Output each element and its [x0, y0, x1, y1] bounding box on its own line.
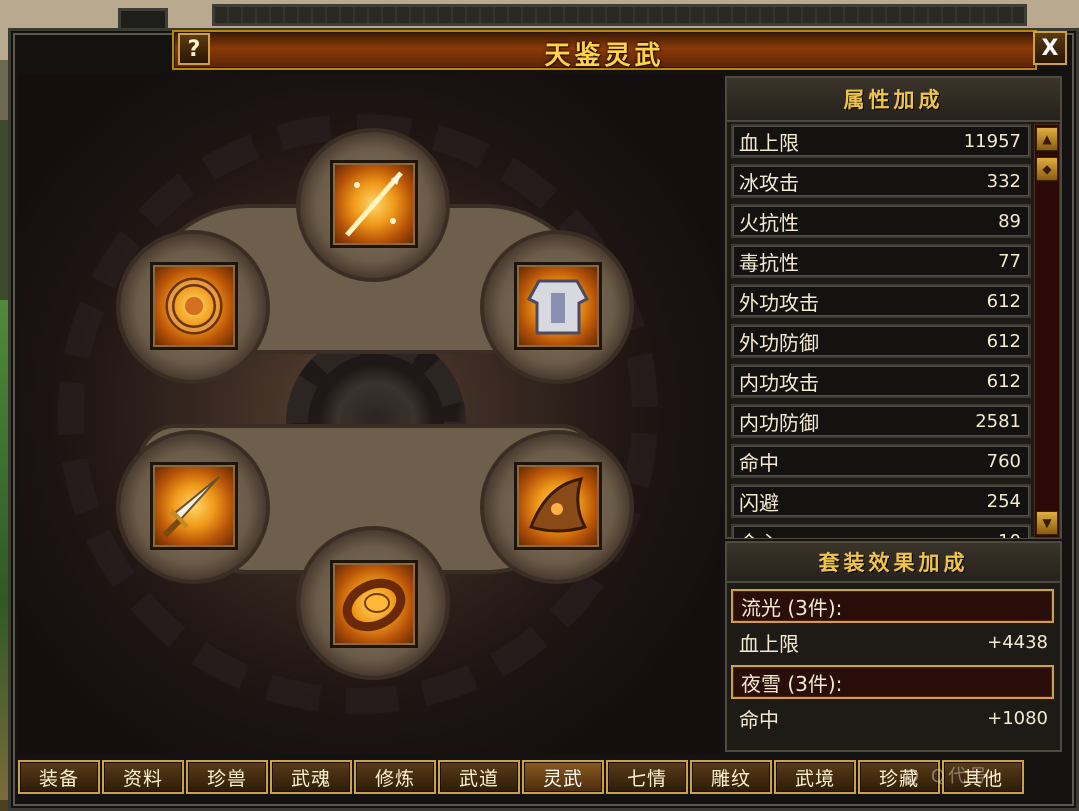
attribute-name: 火抗性	[739, 210, 799, 235]
arrow-down-icon: ▼	[1042, 516, 1052, 530]
armor-item-icon	[526, 279, 590, 335]
attribute-row: 冰攻击 332	[731, 164, 1031, 198]
attribute-value: 332	[986, 170, 1021, 192]
window-title: 天鉴灵武	[544, 41, 665, 71]
scroll-down-button[interactable]: ▼	[1036, 511, 1058, 535]
tab-4[interactable]: 修炼	[354, 760, 436, 794]
set-effect-row: 血上限 +4438	[731, 625, 1054, 659]
equip-slot-top[interactable]	[330, 160, 418, 248]
tab-9[interactable]: 武境	[774, 760, 856, 794]
attribute-list[interactable]: 血上限 11957 冰攻击 332 火抗性 89 毒抗性 77 外功攻击 612 外功防御 612 内功…	[731, 124, 1031, 538]
scroll-thumb[interactable]: ◆	[1036, 157, 1058, 181]
tab-1[interactable]: 资料	[102, 760, 184, 794]
tab-3[interactable]: 武魂	[270, 760, 352, 794]
attribute-row: 外功攻击 612	[731, 284, 1031, 318]
tab-7[interactable]: 七情	[606, 760, 688, 794]
attribute-value: 612	[986, 370, 1021, 392]
scroll-up-button[interactable]: ▲	[1036, 127, 1058, 151]
set-effect-value: +1080	[987, 707, 1048, 729]
set-name: 夜雪 (3件):	[731, 665, 1054, 699]
close-button[interactable]: X	[1033, 31, 1067, 65]
attribute-row: 会心 10	[731, 524, 1031, 538]
attribute-row: 内功防御 2581	[731, 404, 1031, 438]
tab-6[interactable]: 灵武	[522, 760, 604, 794]
set-effect-value: +4438	[987, 631, 1048, 653]
attribute-name: 冰攻击	[739, 170, 799, 195]
help-button[interactable]: ?	[178, 33, 210, 65]
lingwu-slot-area	[18, 74, 722, 754]
attribute-name: 会心	[739, 527, 779, 539]
attribute-value: 11957	[963, 130, 1021, 152]
arrow-up-icon: ▲	[1042, 132, 1052, 146]
set-bonus-panel: 套装效果加成 流光 (3件): 血上限 +4438 夜雪 (3件): 命中 +1080	[725, 541, 1062, 752]
attribute-name: 毒抗性	[739, 250, 799, 275]
tab-8[interactable]: 雕纹	[690, 760, 772, 794]
attribute-name: 命中	[739, 450, 779, 475]
set-effect-row: 命中 +1080	[731, 701, 1054, 735]
set-effect-name: 命中	[739, 707, 779, 732]
diamond-icon: ◆	[1042, 162, 1052, 176]
attribute-row: 火抗性 89	[731, 204, 1031, 238]
title-bar[interactable]: 天鉴灵武	[172, 30, 1037, 71]
attribute-scrollbar[interactable]: ▲ ◆ ▼	[1034, 124, 1060, 538]
attribute-value: 612	[986, 330, 1021, 352]
attribute-name: 内功攻击	[739, 370, 819, 395]
equip-slot-upper-left[interactable]	[150, 262, 238, 350]
window-top-ornament	[212, 4, 1027, 26]
attribute-value: 254	[986, 490, 1021, 512]
attribute-name: 外功防御	[739, 330, 819, 355]
attribute-bonus-panel: 属性加成 血上限 11957 冰攻击 332 火抗性 89 毒抗性 77 外功攻击 612 外功防御…	[725, 76, 1062, 539]
attribute-bonus-title: 属性加成	[727, 78, 1060, 122]
attribute-value: 10	[998, 531, 1021, 539]
spear-item-icon	[345, 171, 403, 237]
attribute-row: 内功攻击 612	[731, 364, 1031, 398]
attribute-value: 612	[986, 290, 1021, 312]
attribute-name: 外功攻击	[739, 290, 819, 315]
gauntlet-item-icon	[529, 477, 588, 533]
attribute-row: 闪避 254	[731, 484, 1031, 518]
equip-slot-upper-right[interactable]	[514, 262, 602, 350]
ring-item-icon	[165, 277, 223, 335]
equip-slot-bottom[interactable]	[330, 560, 418, 648]
attribute-name: 闪避	[739, 490, 779, 515]
set-bonus-title: 套装效果加成	[727, 543, 1060, 583]
set-bonus-list: 流光 (3件): 血上限 +4438 夜雪 (3件): 命中 +1080	[727, 589, 1060, 735]
attribute-row: 血上限 11957	[731, 124, 1031, 158]
attribute-row: 外功防御 612	[731, 324, 1031, 358]
help-icon: ?	[187, 36, 201, 62]
bracelet-item-icon	[342, 578, 406, 632]
attribute-value: 760	[986, 450, 1021, 472]
attribute-row: 毒抗性 77	[731, 244, 1031, 278]
set-name: 流光 (3件):	[731, 589, 1054, 623]
tab-2[interactable]: 珍兽	[186, 760, 268, 794]
tab-0[interactable]: 装备	[18, 760, 100, 794]
attribute-value: 77	[998, 250, 1021, 272]
equip-slot-lower-right[interactable]	[514, 462, 602, 550]
attribute-value: 2581	[975, 410, 1021, 432]
attribute-name: 血上限	[739, 130, 799, 155]
watermark-text: Q Q代号	[905, 766, 991, 787]
equip-slot-lower-left[interactable]	[150, 462, 238, 550]
tab-5[interactable]: 武道	[438, 760, 520, 794]
dagger-item-icon	[162, 476, 220, 538]
close-icon: X	[1041, 35, 1059, 61]
attribute-value: 89	[998, 210, 1021, 232]
attribute-row: 命中 760	[731, 444, 1031, 478]
set-effect-name: 血上限	[739, 631, 799, 656]
attribute-name: 内功防御	[739, 410, 819, 435]
